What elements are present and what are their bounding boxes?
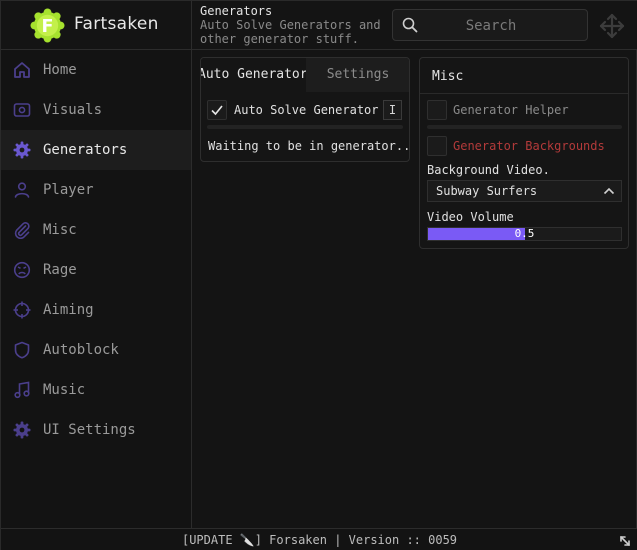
sidebar-item-label: Rage xyxy=(43,262,77,278)
sidebar-item-music[interactable]: Music xyxy=(1,370,191,410)
generator-backgrounds-label: Generator Backgrounds xyxy=(453,139,605,153)
shield-icon xyxy=(14,341,30,359)
sidebar-item-home[interactable]: Home xyxy=(1,50,191,90)
svg-text:F: F xyxy=(42,17,54,37)
status-text: Waiting to be in generator... xyxy=(208,139,410,153)
move-icon[interactable] xyxy=(598,12,626,40)
generator-backgrounds-checkbox[interactable] xyxy=(427,136,447,156)
sidebar-item-misc[interactable]: Misc xyxy=(1,210,191,250)
generator-helper-label: Generator Helper xyxy=(453,103,569,117)
sidebar-item-label: Autoblock xyxy=(43,342,119,358)
slider-value: 0.5 xyxy=(514,227,535,240)
misc-panel: Misc Generator Helper Generator Backgrou… xyxy=(419,57,629,249)
resize-icon[interactable] xyxy=(619,535,631,547)
gear-icon xyxy=(13,141,31,159)
chevron-up-icon xyxy=(603,187,615,195)
sidebar-item-autoblock[interactable]: Autoblock xyxy=(1,330,191,370)
tab-auto-generator[interactable]: Auto Generator xyxy=(201,58,306,92)
sidebar-item-label: Player xyxy=(43,182,94,198)
sidebar-item-label: UI Settings xyxy=(43,422,136,438)
logo-area: F Fartsaken xyxy=(1,1,192,50)
auto-solve-checkbox[interactable] xyxy=(207,100,227,120)
user-icon xyxy=(14,182,30,198)
page-title: Generators xyxy=(200,4,273,18)
divider xyxy=(427,125,622,129)
panel-tabs: Auto Generator Settings xyxy=(201,58,409,93)
sidebar-item-ui-settings[interactable]: UI Settings xyxy=(1,410,191,450)
page-subtitle: Auto Solve Generators and other generato… xyxy=(200,18,381,46)
keybind-button[interactable]: I xyxy=(383,100,402,120)
auto-generator-panel: Auto Generator Settings Auto Solve Gener… xyxy=(200,57,410,162)
sidebar: Home Visuals Generators Player Misc Rage… xyxy=(1,50,192,528)
divider xyxy=(420,93,628,94)
sidebar-item-label: Music xyxy=(43,382,86,398)
settings-icon xyxy=(13,421,31,439)
sidebar-item-rage[interactable]: Rage xyxy=(1,250,191,290)
background-video-dropdown[interactable]: Subway Surfers xyxy=(427,180,622,202)
top-bar: F Fartsaken Generators Auto Solve Genera… xyxy=(1,1,637,50)
sidebar-item-label: Home xyxy=(43,62,77,78)
sidebar-item-visuals[interactable]: Visuals xyxy=(1,90,191,130)
video-volume-slider[interactable]: 0.5 xyxy=(427,227,622,241)
generator-helper-checkbox[interactable] xyxy=(427,100,447,120)
music-note-icon xyxy=(14,381,30,399)
paperclip-icon xyxy=(14,222,30,239)
version-text: [UPDATE 🔪] Forsaken | Version :: 0059 xyxy=(181,533,458,547)
home-icon xyxy=(14,62,30,78)
sidebar-item-label: Misc xyxy=(43,222,77,238)
search-placeholder: Search xyxy=(465,18,517,34)
crosshair-icon xyxy=(13,301,31,319)
tab-settings[interactable]: Settings xyxy=(306,58,409,92)
sidebar-item-aiming[interactable]: Aiming xyxy=(1,290,191,330)
sidebar-item-label: Visuals xyxy=(43,102,103,118)
check-icon xyxy=(211,105,223,116)
app-name: Fartsaken xyxy=(74,14,159,34)
app-window: F Fartsaken Generators Auto Solve Genera… xyxy=(0,0,637,550)
divider xyxy=(207,125,403,129)
search-input[interactable]: Search xyxy=(392,9,588,41)
auto-solve-label: Auto Solve Generator xyxy=(234,103,379,117)
background-video-label: Background Video. xyxy=(427,163,550,177)
sidebar-item-player[interactable]: Player xyxy=(1,170,191,210)
dropdown-value: Subway Surfers xyxy=(436,184,538,198)
video-volume-label: Video Volume xyxy=(427,210,514,224)
sidebar-item-generators[interactable]: Generators xyxy=(1,130,191,170)
panel-title: Misc xyxy=(432,69,464,84)
app-logo: F xyxy=(30,8,65,43)
footer: [UPDATE 🔪] Forsaken | Version :: 0059 xyxy=(1,528,637,550)
eye-icon xyxy=(13,103,31,117)
sidebar-item-label: Generators xyxy=(43,142,128,158)
sidebar-item-label: Aiming xyxy=(43,302,94,318)
angry-face-icon xyxy=(13,261,31,279)
